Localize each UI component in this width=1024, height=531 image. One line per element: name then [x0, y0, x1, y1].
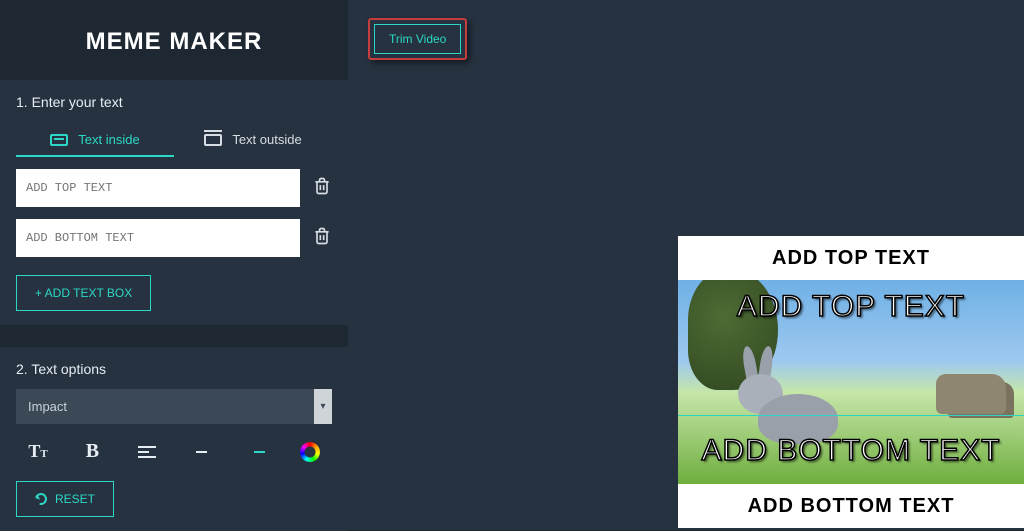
section-2-title: 2. Text options — [16, 361, 332, 377]
reset-button[interactable]: RESET — [16, 481, 114, 517]
reset-icon — [33, 491, 49, 507]
text-position-tabs: Text inside Text outside — [16, 122, 332, 157]
main-canvas-area: Trim Video ADD TOP TEXT ADD TOP TEXT ADD… — [348, 0, 1024, 530]
tab-text-inside-label: Text inside — [78, 132, 139, 147]
preview-image[interactable]: ADD TOP TEXT ADD BOTTOM TEXT — [678, 280, 1024, 484]
trash-icon[interactable] — [312, 176, 332, 201]
sidebar: MEME MAKER 1. Enter your text Text insid… — [0, 0, 348, 530]
font-select-value: Impact — [16, 389, 314, 424]
meme-preview: ADD TOP TEXT ADD TOP TEXT ADD BOTTOM TEX… — [678, 236, 1024, 528]
trash-icon[interactable] — [312, 226, 332, 251]
top-text-input[interactable] — [16, 169, 300, 207]
preview-bunny — [738, 354, 848, 444]
text-format-toolbar: TT B — [16, 440, 332, 463]
overlay-top-text[interactable]: ADD TOP TEXT — [678, 290, 1024, 324]
color-ring-icon — [300, 442, 320, 462]
tab-text-outside[interactable]: Text outside — [174, 122, 332, 157]
app-title: MEME MAKER — [0, 0, 348, 80]
color-picker-button[interactable] — [292, 442, 328, 462]
align-right-button[interactable] — [238, 446, 274, 458]
bold-button[interactable]: B — [74, 440, 110, 463]
font-select[interactable]: Impact ▾ — [16, 389, 332, 424]
add-text-box-label: + ADD TEXT BOX — [35, 286, 132, 300]
trim-video-button[interactable]: Trim Video — [374, 24, 461, 54]
trim-video-highlight: Trim Video — [368, 18, 467, 60]
bottom-text-input[interactable] — [16, 219, 300, 257]
section-text-options: 2. Text options Impact ▾ TT B RESET — [0, 347, 348, 531]
preview-divider — [678, 415, 1024, 416]
text-inside-icon — [50, 134, 68, 146]
tab-text-outside-label: Text outside — [232, 132, 301, 147]
section-enter-text: 1. Enter your text Text inside Text outs… — [0, 80, 348, 325]
section-1-title: 1. Enter your text — [16, 94, 332, 110]
overlay-bottom-text[interactable]: ADD BOTTOM TEXT — [678, 434, 1024, 468]
reset-label: RESET — [55, 492, 95, 506]
align-left-button[interactable] — [129, 446, 165, 458]
align-center-button[interactable] — [183, 446, 219, 458]
preview-outer-top: ADD TOP TEXT — [678, 236, 1024, 280]
tab-text-inside[interactable]: Text inside — [16, 122, 174, 157]
preview-outer-bottom: ADD BOTTOM TEXT — [678, 484, 1024, 528]
preview-rock — [936, 374, 1006, 414]
chevron-down-icon[interactable]: ▾ — [314, 389, 332, 424]
text-size-button[interactable]: TT — [20, 441, 56, 462]
top-text-row — [16, 169, 332, 207]
bottom-text-row — [16, 219, 332, 257]
trim-video-label: Trim Video — [389, 32, 446, 46]
add-text-box-button[interactable]: + ADD TEXT BOX — [16, 275, 151, 311]
text-outside-icon — [204, 134, 222, 146]
